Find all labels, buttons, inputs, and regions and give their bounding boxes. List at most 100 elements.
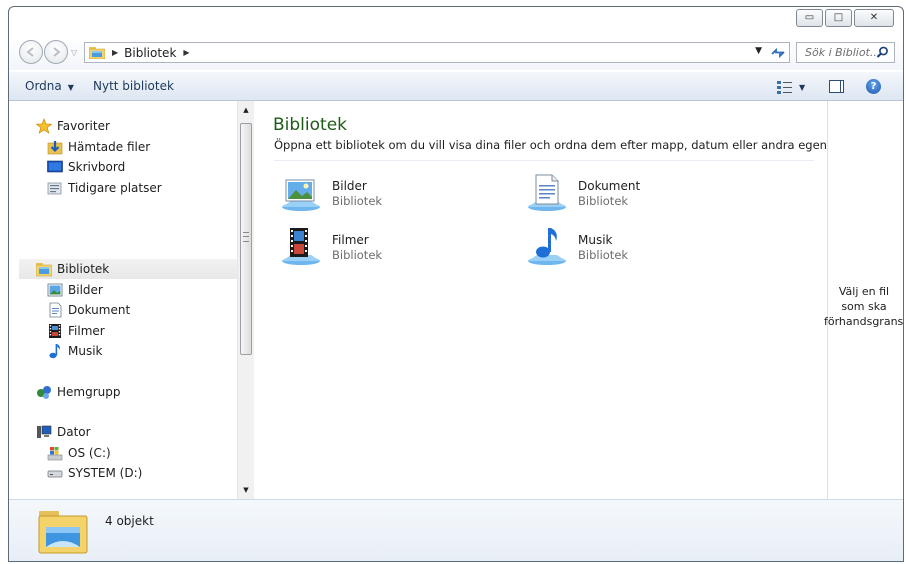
desktop-icon (47, 160, 63, 173)
nav-item-recent-places[interactable]: Tidigare platser (47, 178, 162, 198)
library-name: Bilder (332, 178, 367, 193)
forward-button[interactable] (44, 40, 68, 64)
preview-pane: Välj en fil som ska förhandsgranskas. (824, 101, 903, 499)
details-pane: 4 objekt (9, 499, 903, 561)
downloads-folder-icon (47, 141, 63, 155)
nav-scrollbar[interactable]: ▲ ▼ (237, 101, 254, 499)
nav-item-label: Skrivbord (68, 160, 126, 174)
documents-icon (49, 302, 62, 318)
library-type: Bibliotek (578, 193, 629, 208)
refresh-button[interactable] (767, 42, 790, 63)
library-type: Bibliotek (332, 247, 383, 262)
nav-homegroup-label: Hemgrupp (57, 385, 121, 399)
nav-item-label: SYSTEM (D:) (68, 466, 143, 480)
close-icon: ✕ (869, 12, 879, 23)
window-caption-buttons: ▭ □ ✕ (796, 9, 894, 27)
address-row: ▽ ▶ Bibliotek ▶ ▼ Sök i Bibliot... (9, 38, 903, 70)
preview-message: Välj en fil som ska förhandsgranskas. (824, 284, 903, 329)
library-tile-videos[interactable]: Filmer Bibliotek (279, 225, 382, 269)
address-bar[interactable]: ▶ Bibliotek ▶ ▼ (84, 42, 769, 63)
close-button[interactable]: ✕ (854, 9, 894, 27)
nav-item-pictures[interactable]: Bilder (47, 280, 103, 300)
library-tile-pictures[interactable]: Bilder Bibliotek (279, 171, 382, 215)
refresh-icon (771, 47, 785, 58)
library-name: Filmer (332, 232, 369, 247)
divider (274, 160, 814, 161)
search-icon[interactable] (876, 46, 889, 59)
nav-item-music[interactable]: Musik (47, 341, 103, 361)
forward-arrow-icon (53, 47, 61, 57)
chevron-down-icon: ▼ (799, 82, 806, 92)
hard-drive-icon (47, 470, 63, 478)
libraries-large-icon (38, 511, 88, 554)
preview-pane-toggle-icon[interactable] (829, 80, 844, 93)
nav-item-drive-c[interactable]: OS (C:) (47, 443, 111, 463)
breadcrumb-libraries[interactable]: Bibliotek (124, 46, 176, 60)
library-tile-documents[interactable]: Dokument Bibliotek (525, 171, 640, 215)
preview-line: som ska (841, 300, 887, 313)
new-library-button[interactable]: Nytt bibliotek (93, 79, 174, 93)
explorer-window: ▭ □ ✕ ▽ ▶ Bibliotek ▶ ▼ Sök i Bibliot...… (8, 6, 904, 562)
computer-icon (37, 425, 52, 438)
page-description: Öppna ett bibliotek om du vill visa dina… (274, 138, 869, 152)
scroll-down-icon[interactable]: ▼ (238, 481, 254, 499)
breadcrumb-separator-icon[interactable]: ▶ (112, 48, 118, 57)
nav-computer[interactable]: Dator (36, 422, 91, 442)
back-arrow-icon (26, 47, 34, 57)
nav-item-label: Bilder (68, 283, 103, 297)
preview-line: Välj en fil (838, 285, 890, 298)
music-note-icon (49, 344, 60, 359)
nav-homegroup[interactable]: Hemgrupp (36, 382, 121, 402)
nav-item-documents[interactable]: Dokument (47, 300, 130, 320)
recent-places-icon (47, 182, 62, 195)
star-icon (36, 118, 52, 134)
nav-item-desktop[interactable]: Skrivbord (47, 157, 125, 177)
view-options-icon (777, 81, 792, 94)
pictures-icon (47, 283, 63, 297)
back-button[interactable] (19, 40, 43, 64)
nav-computer-label: Dator (57, 425, 91, 439)
search-placeholder: Sök i Bibliot... (805, 46, 881, 59)
nav-item-videos[interactable]: Filmer (47, 321, 105, 341)
recent-pages-dropdown-icon[interactable]: ▽ (71, 48, 77, 57)
film-icon (49, 324, 61, 338)
nav-libraries[interactable]: Bibliotek (19, 259, 237, 279)
breadcrumb-separator-icon[interactable]: ▶ (183, 48, 189, 57)
maximize-button[interactable]: □ (825, 9, 852, 27)
library-type: Bibliotek (332, 193, 383, 208)
nav-favorites[interactable]: Favoriter (36, 116, 110, 136)
help-icon[interactable]: ? (866, 79, 881, 94)
item-count: 4 objekt (105, 514, 154, 528)
minimize-icon: ▭ (804, 12, 815, 23)
scrollbar-thumb[interactable] (240, 123, 252, 355)
libraries-folder-icon (89, 47, 105, 59)
grip-icon (243, 232, 249, 242)
scroll-up-icon[interactable]: ▲ (238, 101, 254, 119)
minimize-button[interactable]: ▭ (796, 9, 823, 27)
chevron-down-icon: ▼ (67, 83, 74, 92)
libraries-folder-icon (36, 263, 52, 277)
address-history-dropdown-icon[interactable]: ▼ (755, 46, 762, 56)
library-name: Dokument (578, 178, 641, 193)
nav-favorites-label: Favoriter (57, 119, 110, 133)
nav-item-label: OS (C:) (68, 446, 111, 460)
organize-button[interactable]: Ordna ▼ (25, 79, 74, 93)
maximize-icon: □ (833, 12, 844, 23)
nav-item-downloads[interactable]: Hämtade filer (47, 137, 150, 157)
videos-library-icon (282, 228, 320, 265)
change-view-button[interactable]: ▼ (777, 80, 805, 94)
library-name: Musik (578, 232, 613, 247)
navigation-pane: Favoriter Hämtade filer Skrivbord Tidiga… (9, 101, 255, 499)
nav-item-label: Filmer (68, 324, 105, 338)
documents-library-icon (528, 174, 566, 211)
nav-item-label: Tidigare platser (68, 181, 162, 195)
organize-label: Ordna (25, 79, 62, 93)
search-input[interactable]: Sök i Bibliot... (796, 42, 895, 63)
nav-item-label: Hämtade filer (68, 140, 151, 154)
homegroup-icon (37, 386, 51, 399)
library-type: Bibliotek (578, 247, 629, 262)
music-library-icon (528, 228, 566, 265)
nav-item-drive-d[interactable]: SYSTEM (D:) (47, 463, 142, 483)
page-title: Bibliotek (273, 115, 347, 135)
library-tile-music[interactable]: Musik Bibliotek (525, 225, 628, 269)
